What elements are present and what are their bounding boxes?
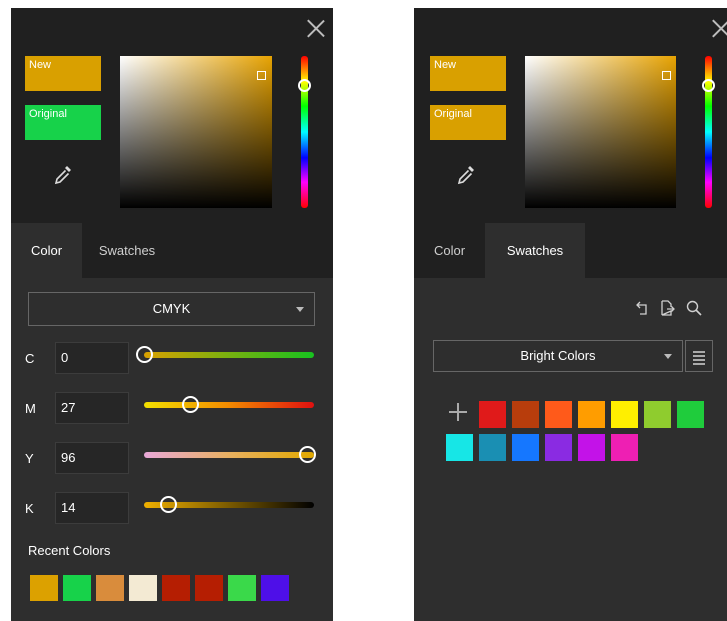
tab-color-label: Color: [30, 243, 63, 258]
new-color-swatch[interactable]: New: [430, 56, 506, 91]
swatch-menu-button[interactable]: [685, 340, 713, 372]
color-swatch[interactable]: [578, 401, 605, 428]
new-color-swatch[interactable]: New: [25, 56, 101, 91]
channel-c-slider-handle[interactable]: [136, 346, 153, 363]
color-swatch[interactable]: [644, 401, 671, 428]
tab-color[interactable]: Color: [414, 223, 485, 278]
recent-color-swatch[interactable]: [96, 575, 124, 601]
channel-k-label: K: [25, 501, 34, 516]
tab-color[interactable]: Color: [11, 223, 82, 278]
original-color-label: Original: [29, 108, 67, 120]
swatch-set-dropdown[interactable]: Bright Colors: [433, 340, 683, 372]
channel-y-input[interactable]: 96: [55, 442, 129, 474]
close-icon[interactable]: [712, 19, 727, 37]
original-color-swatch[interactable]: Original: [25, 105, 101, 140]
original-color-label: Original: [434, 108, 472, 120]
recent-color-swatch[interactable]: [261, 575, 289, 601]
saturation-value-square[interactable]: [525, 56, 676, 208]
channel-c-input[interactable]: 0: [55, 342, 129, 374]
color-swatch[interactable]: [545, 434, 572, 461]
eyedropper-icon[interactable]: [456, 164, 476, 186]
hue-slider-handle[interactable]: [298, 79, 311, 92]
recent-color-swatch[interactable]: [228, 575, 256, 601]
channel-c-label: C: [25, 351, 35, 366]
recent-color-swatch[interactable]: [63, 575, 91, 601]
color-swatch[interactable]: [545, 401, 572, 428]
tab-swatches[interactable]: Swatches: [485, 223, 585, 278]
color-swatch[interactable]: [446, 434, 473, 461]
original-color-swatch[interactable]: Original: [430, 105, 506, 140]
channel-y-label: Y: [25, 451, 34, 466]
saturation-value-marker[interactable]: [662, 71, 671, 80]
search-icon[interactable]: [686, 300, 702, 316]
chevron-down-icon: [664, 354, 672, 359]
saturation-value-square[interactable]: [120, 56, 272, 208]
channel-m-slider[interactable]: [144, 396, 314, 413]
hue-slider-handle[interactable]: [702, 79, 715, 92]
tab-bar: Color Swatches: [11, 223, 333, 278]
new-color-label: New: [29, 59, 52, 71]
recent-color-swatch[interactable]: [162, 575, 190, 601]
color-swatch[interactable]: [611, 401, 638, 428]
color-swatch[interactable]: [677, 401, 704, 428]
recent-color-swatch[interactable]: [129, 575, 157, 601]
channel-c-slider[interactable]: [136, 346, 314, 363]
new-color-label: New: [434, 59, 457, 71]
channel-m-label: M: [25, 401, 36, 416]
tab-bar: Color Swatches: [414, 223, 727, 278]
recent-color-swatch[interactable]: [30, 575, 58, 601]
channel-y-slider-handle[interactable]: [299, 446, 317, 463]
color-preview-area: New Original: [11, 8, 333, 223]
recent-colors-title: Recent Colors: [28, 543, 111, 558]
color-swatch[interactable]: [479, 401, 506, 428]
add-swatch-icon[interactable]: [447, 401, 469, 423]
color-preview-area: New Original: [414, 8, 727, 223]
export-icon[interactable]: [659, 300, 675, 316]
color-swatch[interactable]: [479, 434, 506, 461]
color-swatch[interactable]: [512, 401, 539, 428]
color-swatch[interactable]: [512, 434, 539, 461]
channel-k-input[interactable]: 14: [55, 492, 129, 524]
channel-k-slider-handle[interactable]: [159, 496, 177, 513]
tab-swatches-label: Swatches: [506, 243, 564, 258]
close-icon[interactable]: [307, 19, 325, 37]
saturation-value-marker[interactable]: [257, 71, 266, 80]
channel-m-input[interactable]: 27: [55, 392, 129, 424]
chevron-down-icon: [296, 307, 304, 312]
color-swatch[interactable]: [578, 434, 605, 461]
tab-swatches-label: Swatches: [98, 243, 156, 258]
tab-swatches[interactable]: Swatches: [82, 223, 172, 278]
channel-k-slider[interactable]: [144, 496, 314, 513]
swatch-set-value: Bright Colors: [520, 348, 596, 363]
color-mode-dropdown[interactable]: CMYK: [28, 292, 315, 326]
color-swatch[interactable]: [611, 434, 638, 461]
channel-m-slider-handle[interactable]: [181, 396, 199, 413]
recent-color-swatch[interactable]: [195, 575, 223, 601]
color-picker-panel-color-tab: New Original Color Swatches CMYK C 0 M 2…: [11, 8, 333, 621]
color-mode-value: CMYK: [152, 301, 191, 316]
color-picker-panel-swatches-tab: New Original Color Swatches Bright Color…: [414, 8, 727, 621]
hue-slider[interactable]: [702, 56, 715, 208]
channel-y-slider[interactable]: [144, 446, 317, 463]
load-icon[interactable]: [634, 300, 650, 316]
tab-color-label: Color: [433, 243, 466, 258]
eyedropper-icon[interactable]: [53, 164, 73, 186]
hue-slider[interactable]: [298, 56, 311, 208]
